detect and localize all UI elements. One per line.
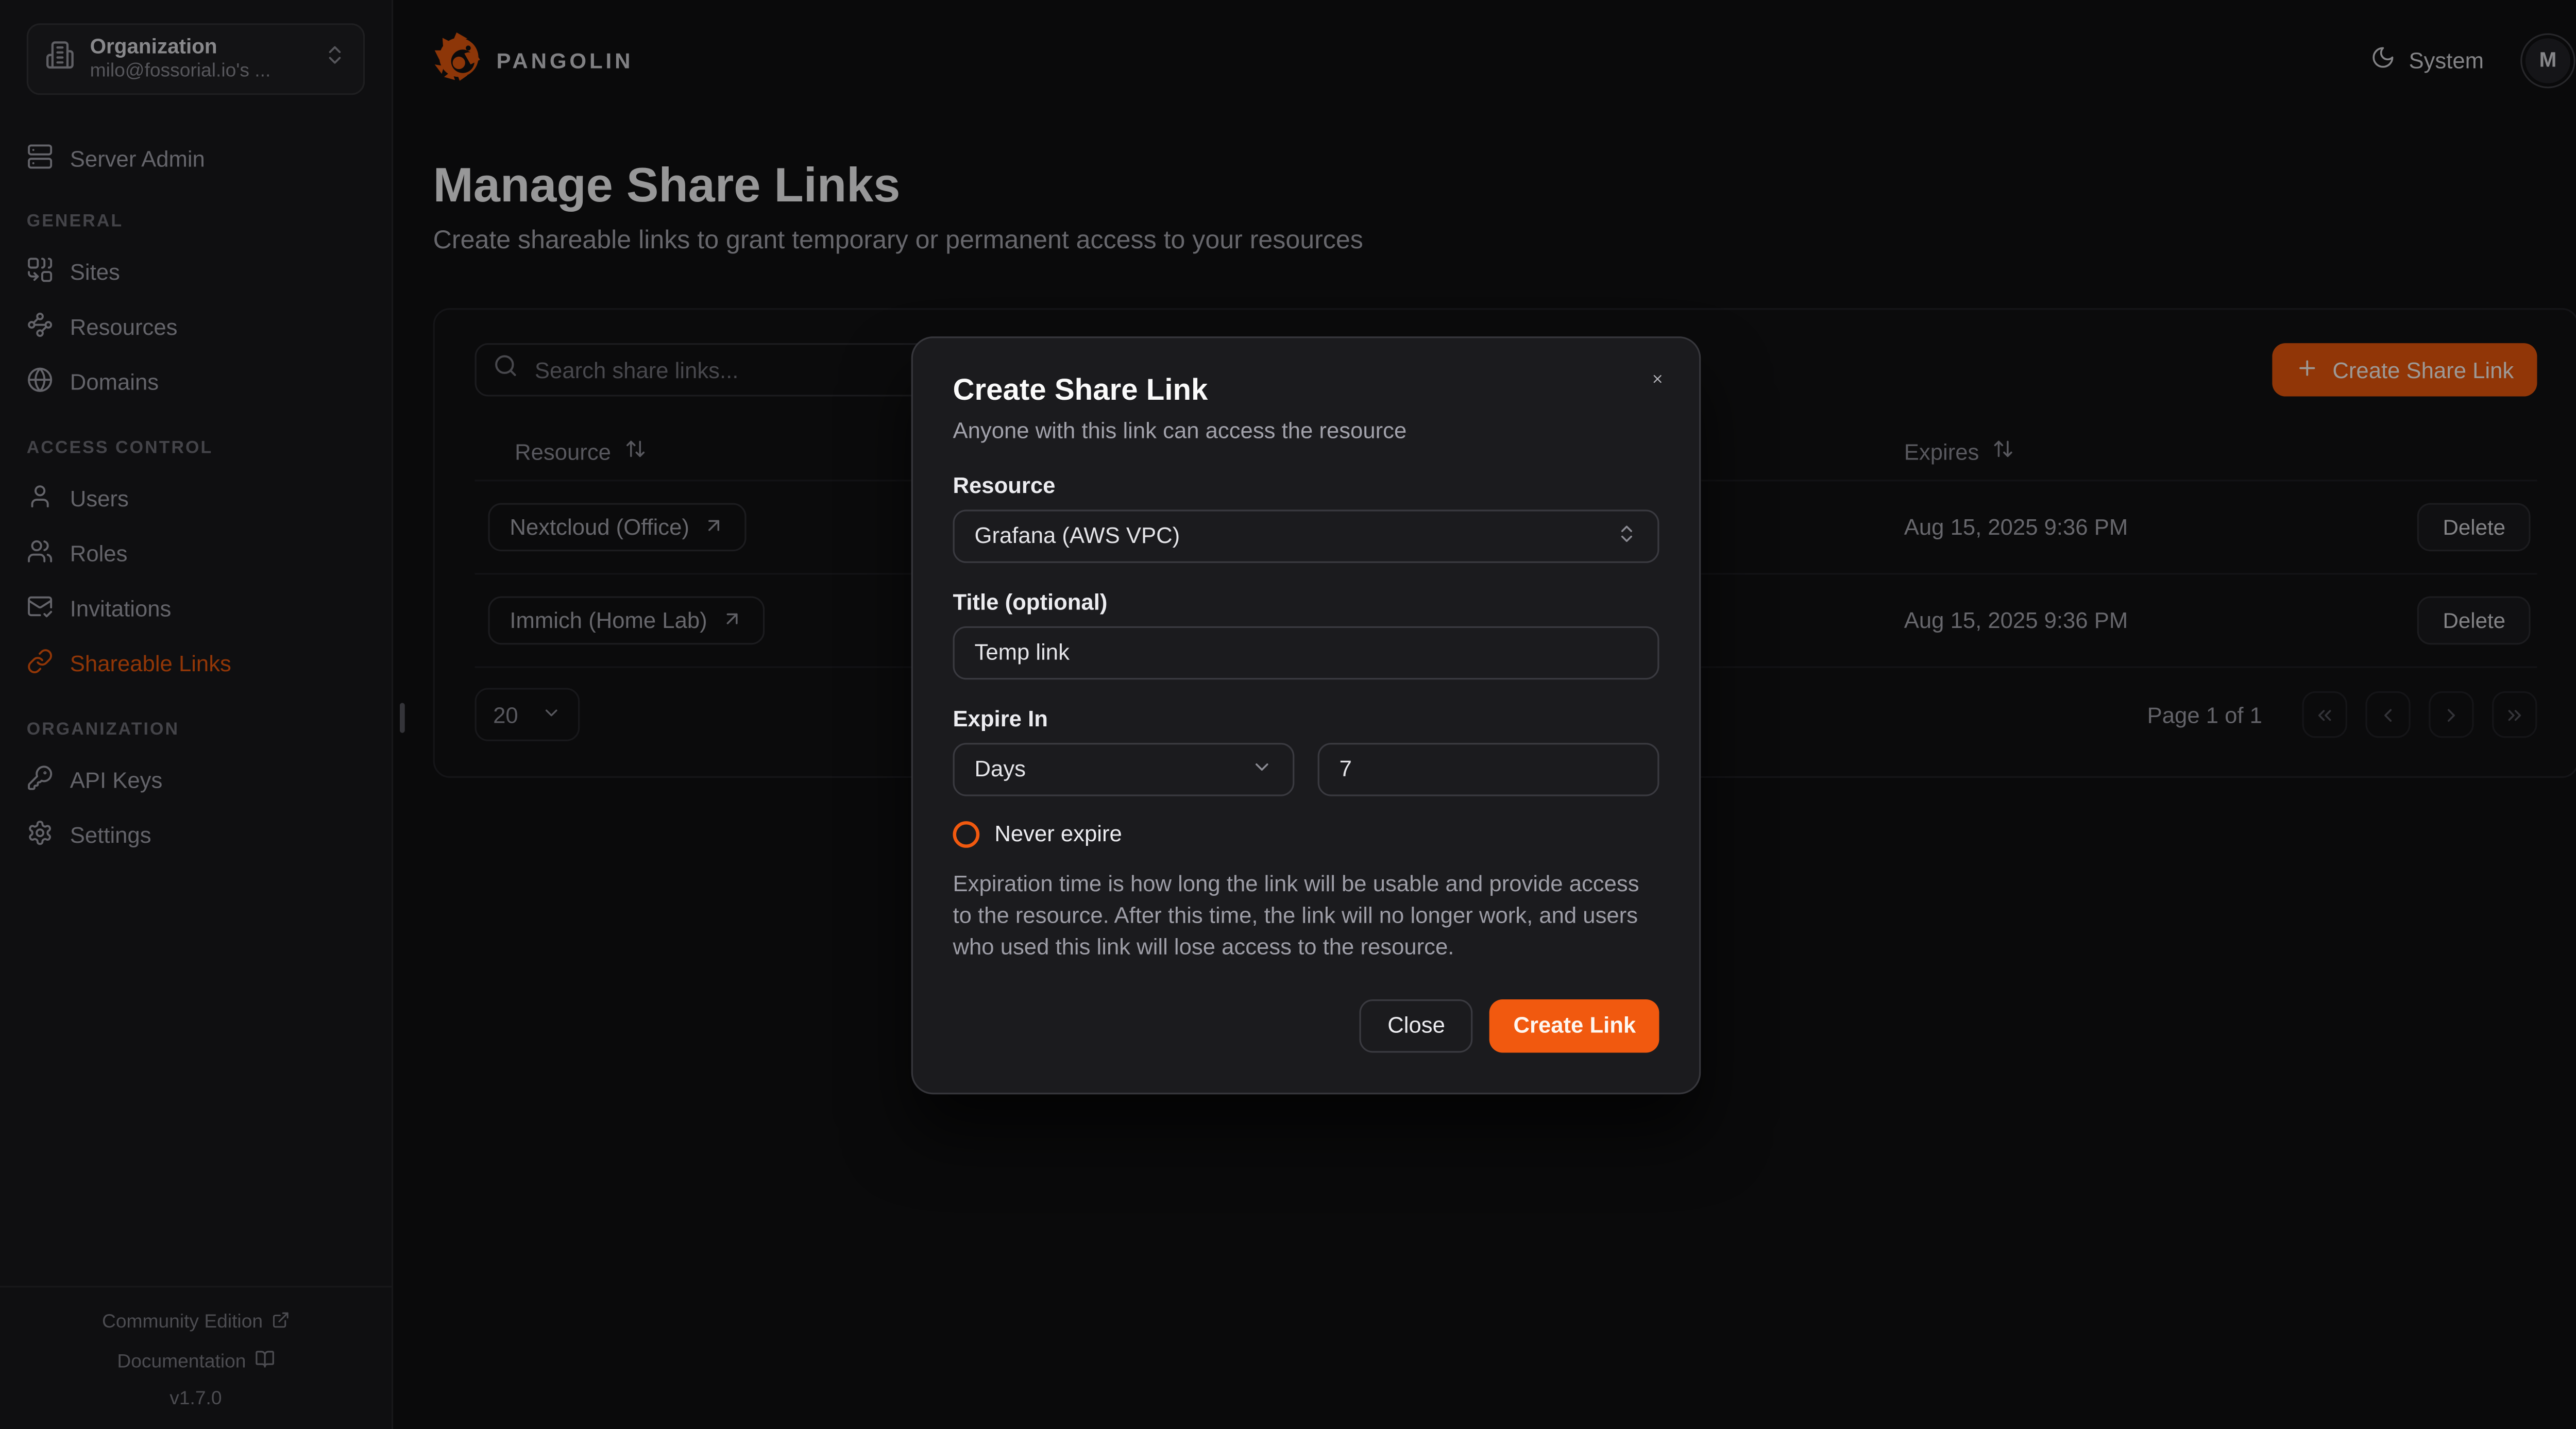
title-input[interactable]	[975, 640, 1638, 665]
create-share-link-modal: Create Share Link Anyone with this link …	[911, 336, 1701, 1094]
close-icon[interactable]	[1641, 362, 1674, 396]
expire-unit-value: Days	[975, 756, 1026, 781]
app-root: Organization milo@fossorial.io's ... Ser…	[0, 0, 2576, 1429]
resource-select-value: Grafana (AWS VPC)	[975, 523, 1180, 548]
modal-actions: Close Create Link	[953, 998, 1659, 1051]
expire-value-input[interactable]	[1340, 756, 1638, 781]
modal-close-button[interactable]: Close	[1359, 998, 1473, 1051]
title-input-wrap	[953, 625, 1659, 678]
modal-title: Create Share Link	[953, 370, 1659, 407]
expire-row: Days	[953, 730, 1659, 795]
expire-value-wrap	[1318, 742, 1659, 795]
expire-field-label: Expire In	[953, 705, 1659, 730]
modal-description: Anyone with this link can access the res…	[953, 417, 1659, 443]
never-expire-option[interactable]: Never expire	[953, 820, 1659, 847]
expire-unit-select[interactable]: Days	[953, 742, 1295, 795]
resource-select[interactable]: Grafana (AWS VPC)	[953, 509, 1659, 562]
resource-field-label: Resource	[953, 472, 1659, 498]
chevron-down-icon	[1251, 755, 1273, 782]
modal-wrapper: Create Share Link Anyone with this link …	[0, 0, 2576, 1429]
expiration-help-text: Expiration time is how long the link wil…	[953, 867, 1659, 962]
radio-icon	[953, 820, 980, 847]
never-expire-label: Never expire	[994, 821, 1122, 846]
title-field-label: Title (optional)	[953, 589, 1659, 614]
chevrons-up-down-icon	[1616, 522, 1637, 549]
modal-create-button[interactable]: Create Link	[1490, 998, 1659, 1051]
